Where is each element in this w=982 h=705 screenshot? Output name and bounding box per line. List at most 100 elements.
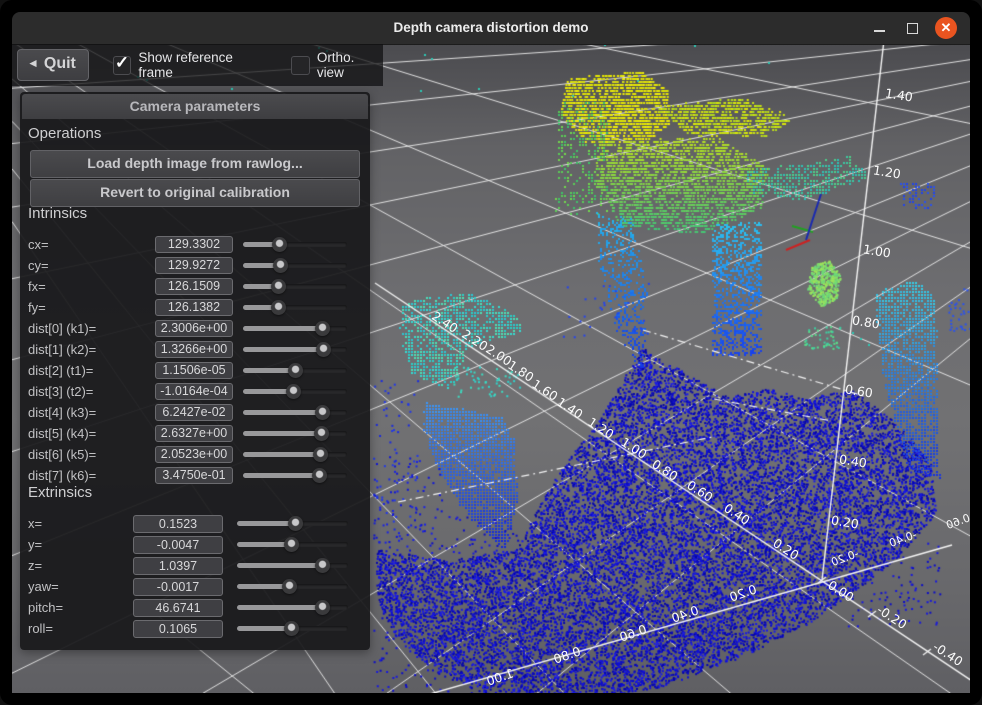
param-row: dist[7] (k6)=3.4750e-01: [20, 465, 370, 486]
param-slider[interactable]: [243, 468, 347, 483]
param-label: dist[5] (k4)=: [28, 426, 155, 441]
param-value-field[interactable]: 126.1509: [155, 278, 233, 295]
param-slider[interactable]: [243, 363, 347, 378]
param-row: cy=129.9272: [20, 255, 370, 276]
revert-calibration-button[interactable]: Revert to original calibration: [30, 179, 360, 207]
param-label: fy=: [28, 300, 155, 315]
param-slider[interactable]: [237, 579, 348, 594]
close-icon: ✕: [935, 17, 957, 39]
param-row: dist[1] (k2)=1.3266e+00: [20, 339, 370, 360]
check-mark-icon: ✓: [115, 53, 129, 73]
checkbox-icon[interactable]: [291, 56, 309, 75]
slider-knob[interactable]: [288, 516, 303, 531]
param-row: dist[2] (t1)=1.1506e-05: [20, 360, 370, 381]
param-label: z=: [28, 558, 133, 573]
checkbox-icon[interactable]: ✓: [113, 56, 132, 75]
checkbox-label: Show reference frame: [138, 50, 267, 80]
param-value-field[interactable]: -0.0017: [133, 578, 223, 596]
slider-knob[interactable]: [312, 468, 327, 483]
param-slider[interactable]: [243, 426, 347, 441]
slider-knob[interactable]: [313, 447, 328, 462]
quit-button[interactable]: ◄Quit: [17, 49, 89, 81]
param-value-field[interactable]: 46.6741: [133, 599, 223, 617]
checkbox-show-reference-frame[interactable]: ✓ Show reference frame: [113, 50, 267, 80]
extrinsics-rows: x=0.1523y=-0.0047z=1.0397yaw=-0.0017pitc…: [20, 513, 370, 639]
param-slider[interactable]: [243, 342, 347, 357]
param-value-field[interactable]: 129.9272: [155, 257, 233, 274]
param-slider[interactable]: [243, 384, 347, 399]
param-slider[interactable]: [237, 600, 348, 615]
slider-knob[interactable]: [272, 237, 287, 252]
slider-knob[interactable]: [288, 363, 303, 378]
toolbar: ◄Quit ✓ Show reference frame Ortho. view: [12, 44, 383, 86]
slider-knob[interactable]: [273, 258, 288, 273]
param-row: fy=126.1382: [20, 297, 370, 318]
param-value-field[interactable]: 1.3266e+00: [155, 341, 233, 358]
param-slider[interactable]: [243, 300, 347, 315]
param-row: dist[5] (k4)=2.6327e+00: [20, 423, 370, 444]
param-value-field[interactable]: 1.0397: [133, 557, 223, 575]
param-slider[interactable]: [243, 447, 347, 462]
param-value-field[interactable]: 0.1523: [133, 515, 223, 533]
maximize-button[interactable]: [901, 17, 923, 39]
param-slider[interactable]: [237, 621, 348, 636]
slider-knob[interactable]: [315, 558, 330, 573]
param-value-field[interactable]: 129.3302: [155, 236, 233, 253]
param-label: dist[0] (k1)=: [28, 321, 155, 336]
param-slider[interactable]: [237, 558, 348, 573]
param-slider[interactable]: [237, 537, 348, 552]
slider-knob[interactable]: [271, 300, 286, 315]
slider-knob[interactable]: [316, 342, 331, 357]
close-button[interactable]: ✕: [935, 17, 957, 39]
slider-knob[interactable]: [284, 537, 299, 552]
param-value-field[interactable]: 2.3006e+00: [155, 320, 233, 337]
slider-knob[interactable]: [286, 384, 301, 399]
param-value-field[interactable]: 2.0523e+00: [155, 446, 233, 463]
param-slider[interactable]: [243, 321, 347, 336]
param-row: dist[0] (k1)=2.3006e+00: [20, 318, 370, 339]
param-value-field[interactable]: -1.0164e-04: [155, 383, 233, 400]
slider-knob[interactable]: [271, 279, 286, 294]
param-label: dist[7] (k6)=: [28, 468, 155, 483]
param-value-field[interactable]: -0.0047: [133, 536, 223, 554]
intrinsics-rows: cx=129.3302cy=129.9272fx=126.1509fy=126.…: [20, 234, 370, 486]
param-value-field[interactable]: 0.1065: [133, 620, 223, 638]
slider-knob[interactable]: [282, 579, 297, 594]
param-label: yaw=: [28, 579, 133, 594]
param-slider[interactable]: [243, 258, 347, 273]
minimize-button[interactable]: [869, 17, 891, 39]
param-label: dist[6] (k5)=: [28, 447, 155, 462]
param-slider[interactable]: [243, 405, 347, 420]
param-slider[interactable]: [243, 279, 347, 294]
param-label: dist[1] (k2)=: [28, 342, 155, 357]
param-value-field[interactable]: 6.2427e-02: [155, 404, 233, 421]
param-value-field[interactable]: 1.1506e-05: [155, 362, 233, 379]
param-slider[interactable]: [237, 516, 348, 531]
slider-knob[interactable]: [314, 426, 329, 441]
param-row: pitch=46.6741: [20, 597, 370, 618]
back-arrow-icon: ◄: [27, 56, 39, 70]
load-depth-image-button[interactable]: Load depth image from rawlog...: [30, 150, 360, 178]
checkbox-label: Ortho. view: [317, 50, 383, 80]
param-label: roll=: [28, 621, 133, 636]
maximize-icon: [907, 23, 918, 34]
param-row: fx=126.1509: [20, 276, 370, 297]
slider-knob[interactable]: [315, 405, 330, 420]
checkbox-ortho-view[interactable]: Ortho. view: [291, 50, 383, 80]
title-bar[interactable]: Depth camera distortion demo ✕: [12, 12, 970, 45]
window-title: Depth camera distortion demo: [12, 12, 970, 44]
param-row: y=-0.0047: [20, 534, 370, 555]
param-label: dist[3] (t2)=: [28, 384, 155, 399]
slider-knob[interactable]: [284, 621, 299, 636]
slider-knob[interactable]: [315, 321, 330, 336]
param-value-field[interactable]: 3.4750e-01: [155, 467, 233, 484]
param-row: x=0.1523: [20, 513, 370, 534]
param-row: z=1.0397: [20, 555, 370, 576]
param-value-field[interactable]: 2.6327e+00: [155, 425, 233, 442]
section-label-intrinsics: Intrinsics: [28, 205, 87, 222]
param-slider[interactable]: [243, 237, 347, 252]
panel-header[interactable]: Camera parameters: [22, 94, 368, 119]
slider-knob[interactable]: [315, 600, 330, 615]
param-label: cx=: [28, 237, 155, 252]
param-value-field[interactable]: 126.1382: [155, 299, 233, 316]
